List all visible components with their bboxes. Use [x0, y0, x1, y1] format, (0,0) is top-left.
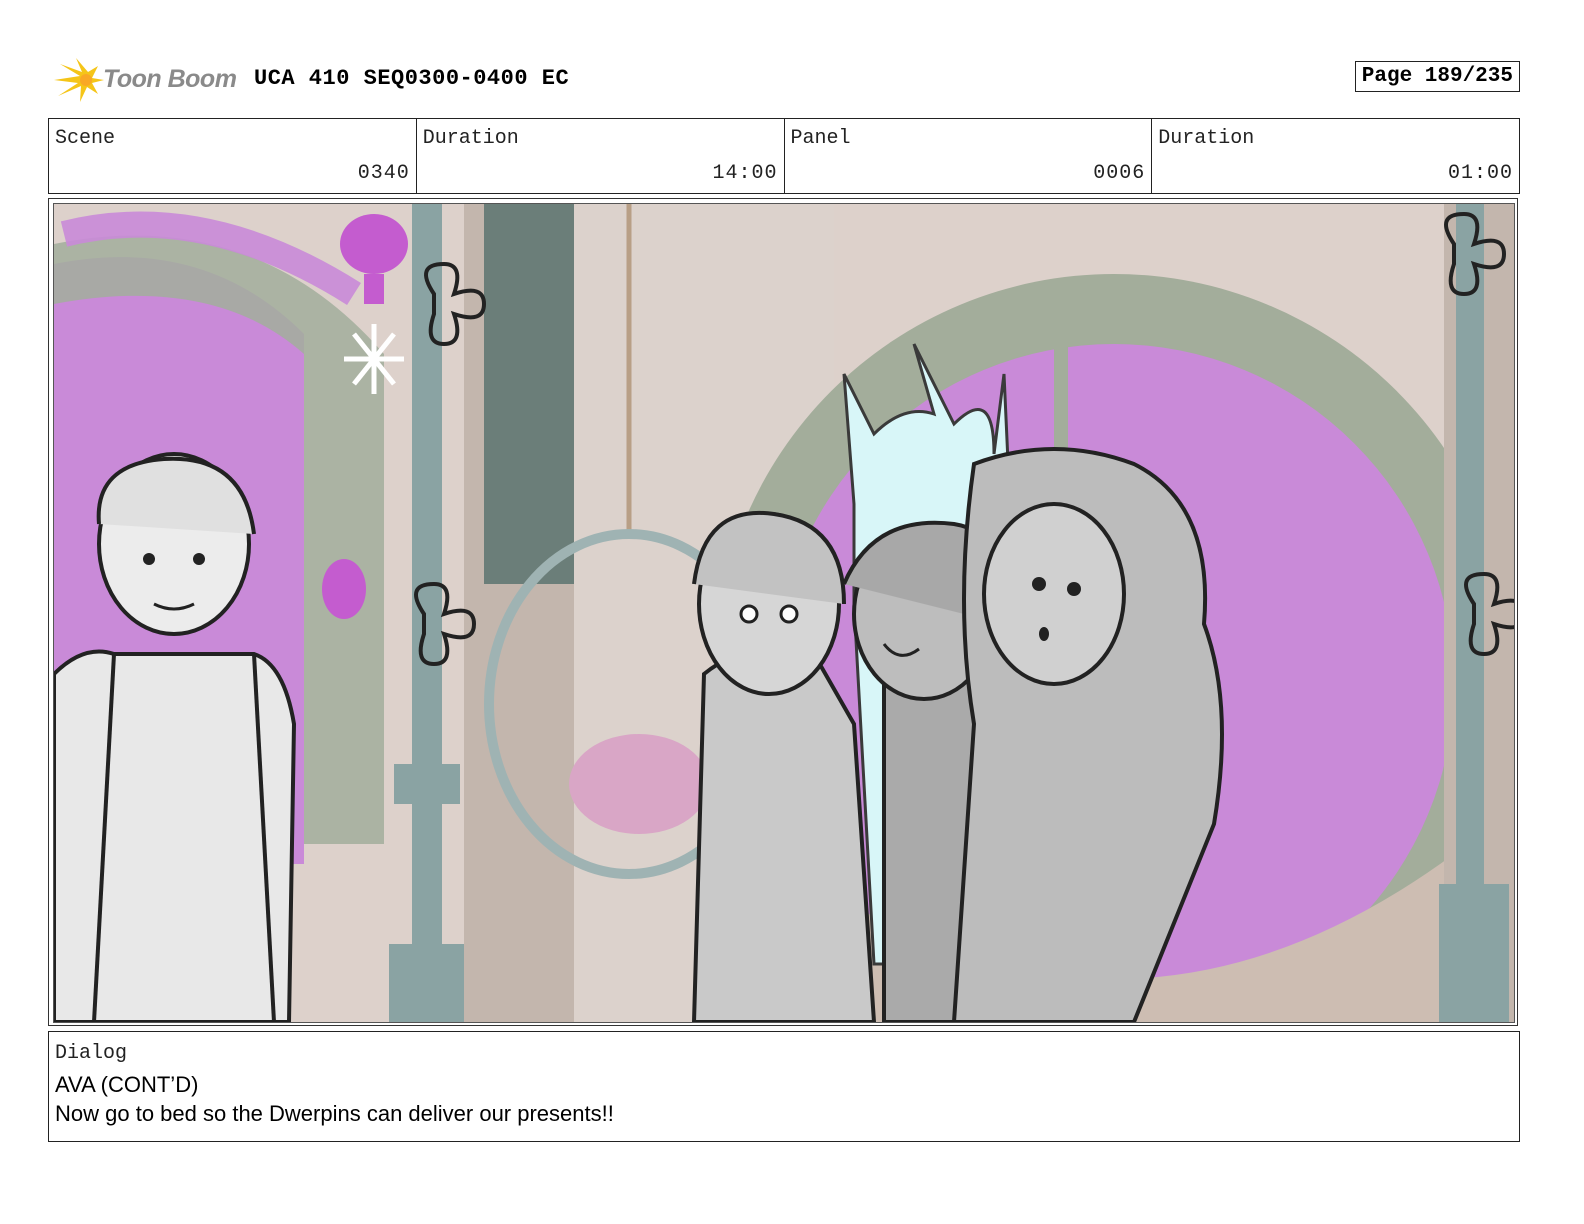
scene-value: 0340 [357, 162, 410, 185]
panel-duration-cell: Duration 01:00 [1152, 119, 1519, 193]
dialog-box: Dialog AVA (CONT’D) Now go to bed so the… [48, 1031, 1520, 1142]
scene-duration-value: 14:00 [712, 162, 778, 185]
panel-illustration [54, 204, 1514, 1022]
logo-text: Toon Boom [103, 65, 237, 93]
storyboard-drawing [53, 203, 1515, 1023]
dialog-label: Dialog [55, 1042, 128, 1065]
storyboard-panel [48, 198, 1518, 1026]
scene-duration-cell: Duration 14:00 [417, 119, 785, 193]
page-header: Toon Boom UCA 410 SEQ0300-0400 EC Page 1… [50, 56, 1520, 104]
page-number: Page 189/235 [1354, 61, 1520, 92]
starburst-icon [54, 58, 104, 102]
scene-duration-label: Duration [422, 127, 519, 150]
dialog-speaker: AVA (CONT’D) [55, 1072, 199, 1097]
panel-value: 0006 [1093, 162, 1146, 185]
scene-label: Scene [55, 127, 116, 150]
panel-cell: Panel 0006 [785, 119, 1153, 193]
document-title: UCA 410 SEQ0300-0400 EC [254, 66, 570, 91]
scene-cell: Scene 0340 [49, 119, 417, 193]
toon-boom-logo: Toon Boom [50, 56, 240, 104]
panel-duration-value: 01:00 [1447, 162, 1513, 185]
scene-info-table: Scene 0340 Duration 14:00 Panel 0006 Dur… [48, 118, 1520, 194]
dialog-text: Now go to bed so the Dwerpins can delive… [55, 1101, 614, 1126]
panel-label: Panel [790, 127, 851, 150]
panel-duration-label: Duration [1158, 127, 1255, 150]
